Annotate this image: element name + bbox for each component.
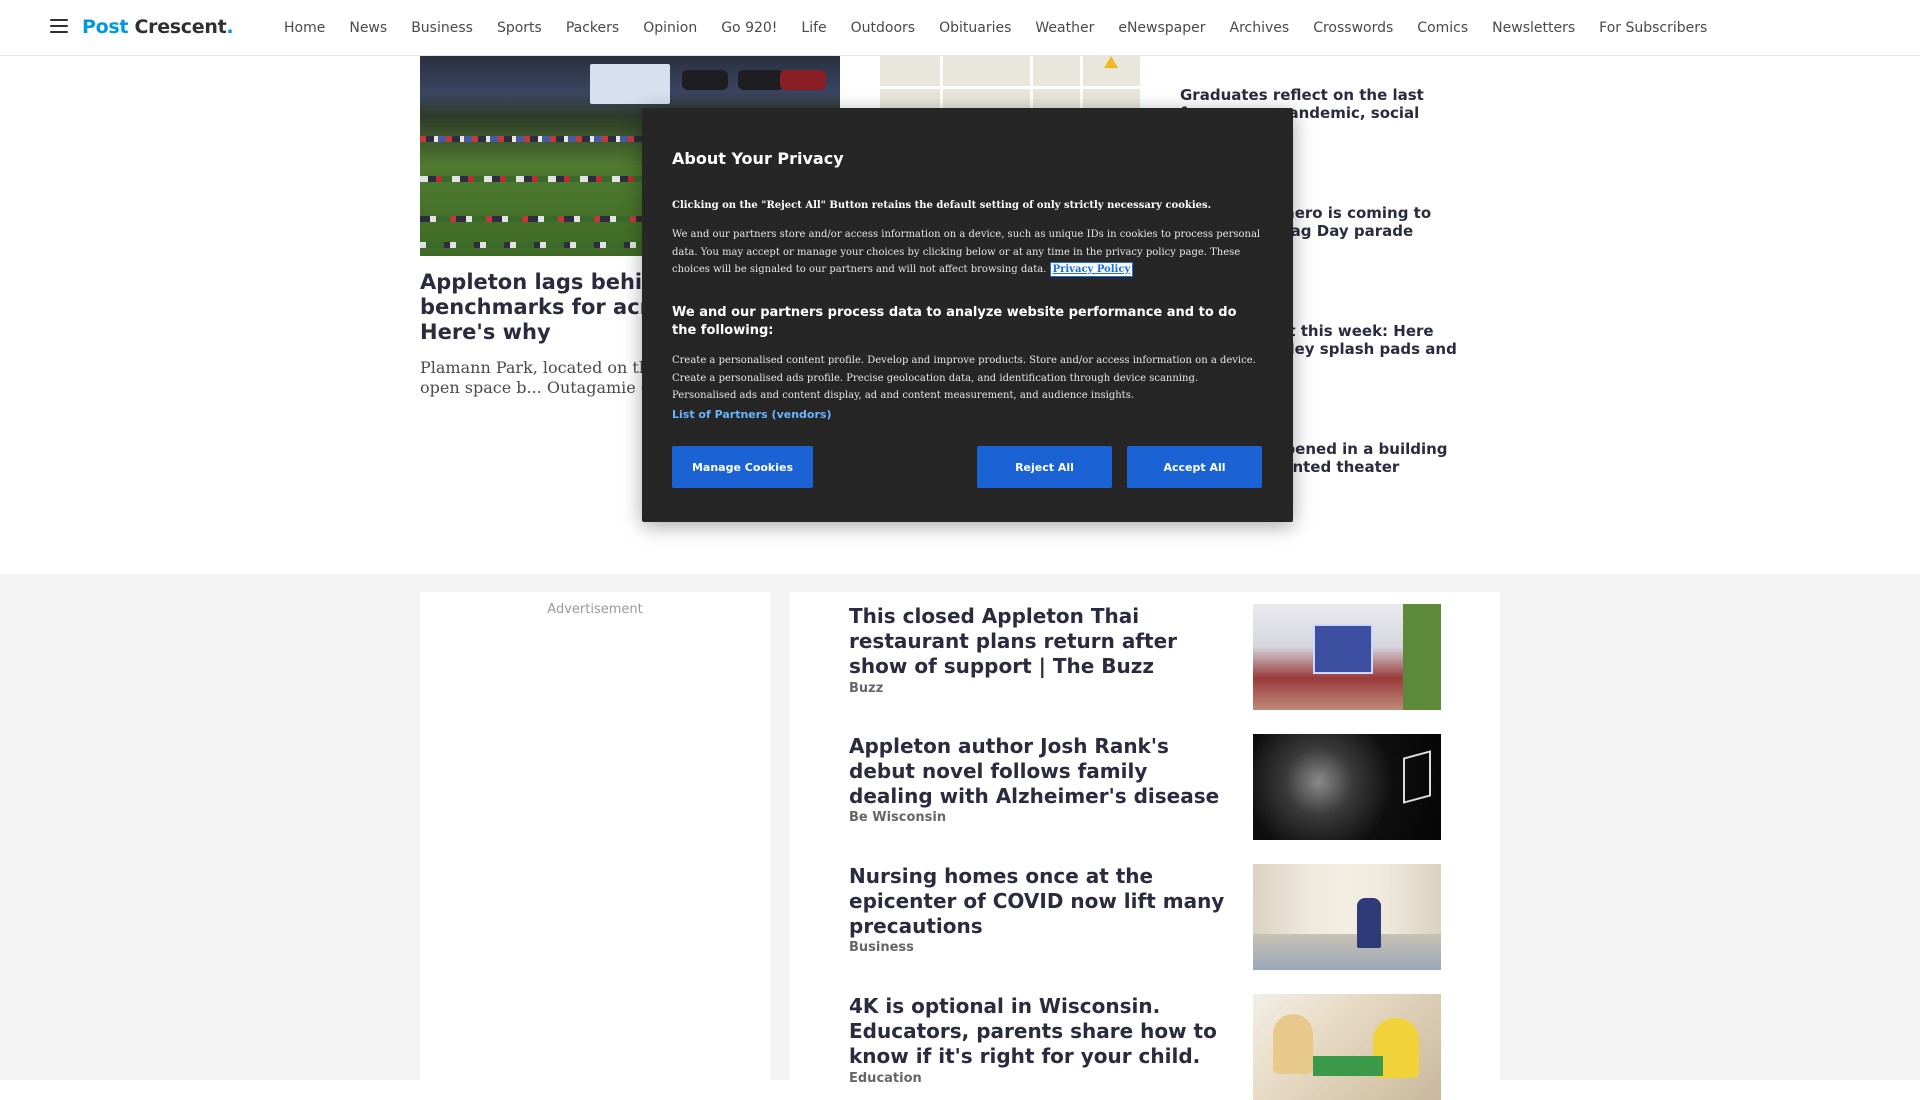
privacy-purposes-text: Create a personalised content profile. D… — [672, 355, 1256, 401]
nav-comics[interactable]: Comics — [1417, 20, 1468, 36]
partners-list-link[interactable]: List of Partners (vendors) — [672, 408, 831, 421]
feed-headline[interactable]: Appleton author Josh Rank's debut novel … — [849, 734, 1229, 809]
nav-enewspaper[interactable]: eNewspaper — [1118, 20, 1205, 36]
nav-archives[interactable]: Archives — [1230, 20, 1290, 36]
nav-links: Home News Business Sports Packers Opinio… — [284, 0, 1731, 56]
nav-newsletters[interactable]: Newsletters — [1492, 20, 1575, 36]
manage-cookies-button[interactable]: Manage Cookies — [672, 446, 813, 488]
nav-outdoors[interactable]: Outdoors — [851, 20, 915, 36]
feed-tag[interactable]: Education — [849, 1071, 922, 1086]
privacy-policy-link[interactable]: Privacy Policy — [1049, 262, 1134, 277]
advertisement-slot[interactable]: Advertisement — [420, 592, 770, 1080]
top-nav: Post Crescent. Home News Business Sports… — [0, 0, 1920, 56]
feed-thumbnail[interactable] — [1253, 994, 1441, 1100]
feed-thumbnail[interactable] — [1253, 604, 1441, 710]
site-logo[interactable]: Post Crescent. — [82, 16, 234, 38]
privacy-purposes-heading: We and our partners process data to anal… — [672, 305, 1237, 338]
privacy-text: We and our partners store and/or access … — [672, 229, 1261, 275]
feed-thumbnail[interactable] — [1253, 864, 1441, 970]
privacy-dialog: About Your Privacy Clicking on the "Reje… — [642, 108, 1293, 522]
privacy-reject-note: Clicking on the "Reject All" Button reta… — [672, 200, 1212, 211]
feed-headline[interactable]: 4K is optional in Wisconsin. Educators, … — [849, 994, 1229, 1069]
nav-sports[interactable]: Sports — [497, 20, 542, 36]
feed-headline[interactable]: Nursing homes once at the epicenter of C… — [849, 864, 1229, 939]
story-feed: This closed Appleton Thai restaurant pla… — [790, 592, 1500, 1100]
feed-item[interactable]: This closed Appleton Thai restaurant pla… — [849, 592, 1441, 710]
feed-tag[interactable]: Buzz — [849, 681, 883, 696]
feed-thumbnail[interactable] — [1253, 734, 1441, 840]
nav-weather[interactable]: Weather — [1035, 20, 1094, 36]
nav-news[interactable]: News — [349, 20, 387, 36]
feed-item[interactable]: Appleton author Josh Rank's debut novel … — [849, 722, 1441, 840]
nav-home[interactable]: Home — [284, 20, 325, 36]
advertisement-label: Advertisement — [547, 602, 643, 617]
nav-opinion[interactable]: Opinion — [643, 20, 697, 36]
nav-crosswords[interactable]: Crosswords — [1313, 20, 1393, 36]
accept-all-button[interactable]: Accept All — [1127, 446, 1262, 488]
feed-tag[interactable]: Business — [849, 940, 914, 955]
nav-obituaries[interactable]: Obituaries — [939, 20, 1011, 36]
nav-packers[interactable]: Packers — [566, 20, 619, 36]
feed-headline[interactable]: This closed Appleton Thai restaurant pla… — [849, 604, 1229, 679]
menu-icon[interactable] — [50, 19, 68, 33]
feed-item[interactable]: Nursing homes once at the epicenter of C… — [849, 852, 1441, 970]
nav-for-subscribers[interactable]: For Subscribers — [1599, 20, 1707, 36]
reject-all-button[interactable]: Reject All — [977, 446, 1112, 488]
nav-business[interactable]: Business — [411, 20, 473, 36]
warning-icon — [1104, 56, 1118, 68]
privacy-description: We and our partners store and/or access … — [672, 226, 1272, 279]
nav-life[interactable]: Life — [801, 20, 826, 36]
feed-tag[interactable]: Be Wisconsin — [849, 810, 946, 825]
feed-item[interactable]: 4K is optional in Wisconsin. Educators, … — [849, 982, 1441, 1100]
nav-go920[interactable]: Go 920! — [721, 20, 777, 36]
privacy-title: About Your Privacy — [672, 149, 844, 168]
